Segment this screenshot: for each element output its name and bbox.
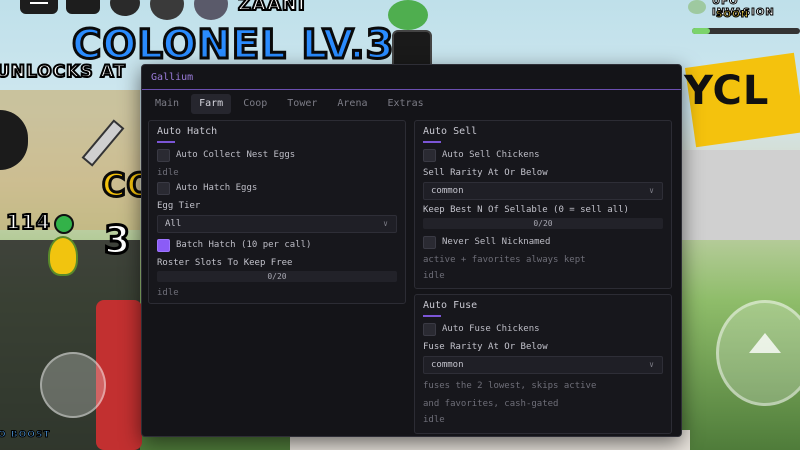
title-divider <box>142 89 681 90</box>
section-underline <box>423 141 441 143</box>
auto-fuse-note-line1: fuses the 2 lowest, skips active <box>423 381 597 391</box>
auto-sell-title: Auto Sell <box>423 126 478 137</box>
never-sell-nicknamed-label: Never Sell Nicknamed <box>442 237 551 247</box>
gallium-panel: Gallium Main Farm Coop Tower Arena Extra… <box>141 64 682 437</box>
boost-label: O BOOST <box>0 430 51 441</box>
chevron-down-icon: ∨ <box>649 186 654 195</box>
auto-hatch-card: Auto Hatch Auto Collect Nest Eggs idle A… <box>148 120 406 304</box>
auto-collect-label: Auto Collect Nest Eggs <box>176 150 296 160</box>
auto-hatch-label: Auto Hatch Eggs <box>176 183 258 193</box>
keep-slider-value: 0/20 <box>533 219 553 228</box>
tab-farm[interactable]: Farm <box>191 94 232 114</box>
auto-collect-toggle[interactable]: Auto Collect Nest Eggs <box>157 148 397 164</box>
event-status: SOON <box>715 10 750 21</box>
auto-sell-toggle[interactable]: Auto Sell Chickens <box>423 148 663 164</box>
auto-sell-card: Auto Sell Auto Sell Chickens Sell Rarity… <box>414 120 672 289</box>
tab-extras[interactable]: Extras <box>380 94 432 114</box>
crown-icon[interactable] <box>110 0 140 16</box>
egg-tier-label: Egg Tier <box>157 201 201 211</box>
tab-arena[interactable]: Arena <box>329 94 375 114</box>
gift-icon[interactable] <box>150 0 184 20</box>
coin-count-text: 114 <box>5 209 51 235</box>
auto-fuse-checkbox[interactable] <box>423 323 436 336</box>
roster-slots-label: Roster Slots To Keep Free <box>157 258 293 268</box>
keep-best-label: Keep Best N Of Sellable (0 = sell all) <box>423 205 629 215</box>
fuse-rarity-label: Fuse Rarity At Or Below <box>423 342 548 352</box>
sell-rarity-label: Sell Rarity At Or Below <box>423 168 548 178</box>
joystick[interactable] <box>40 352 106 418</box>
auto-collect-checkbox[interactable] <box>157 149 170 162</box>
auto-sell-status: idle <box>423 271 445 281</box>
auto-fuse-note-line2: and favorites, cash-gated <box>423 399 559 409</box>
corn-icon <box>48 236 78 276</box>
auto-fuse-toggle[interactable]: Auto Fuse Chickens <box>423 322 663 338</box>
chat-icon[interactable] <box>66 0 100 14</box>
section-underline <box>157 141 175 143</box>
auto-hatch-title: Auto Hatch <box>157 126 218 137</box>
keep-best-slider[interactable]: 0/20 <box>423 218 663 229</box>
batch-hatch-checkbox[interactable] <box>157 239 170 252</box>
arrow-up-icon <box>749 333 781 353</box>
menu-button[interactable] <box>20 0 58 14</box>
ufo-icon <box>688 0 706 14</box>
batch-hatch-label: Batch Hatch (10 per call) <box>176 240 312 250</box>
chevron-down-icon: ∨ <box>383 219 388 228</box>
auto-fuse-card: Auto Fuse Auto Fuse Chickens Fuse Rarity… <box>414 294 672 434</box>
sell-rarity-value: common <box>431 186 464 196</box>
auto-hatch-toggle[interactable]: Auto Hatch Eggs <box>157 181 397 197</box>
unlocks-at-text: UNLOCKS AT <box>0 61 126 83</box>
roster-slider-value: 0/20 <box>267 272 287 281</box>
auto-fuse-title: Auto Fuse <box>423 300 478 311</box>
auto-collect-status: idle <box>157 168 179 178</box>
auto-hatch-status: idle <box>157 288 179 298</box>
egg-tier-dropdown[interactable]: All ∨ <box>157 215 397 233</box>
banner-text: YCL <box>684 68 770 114</box>
auto-fuse-label: Auto Fuse Chickens <box>442 324 540 334</box>
auto-hatch-checkbox[interactable] <box>157 182 170 195</box>
panel-title: Gallium <box>151 72 194 83</box>
section-underline <box>423 315 441 317</box>
egg-tier-value: All <box>165 219 182 229</box>
event-progress-bar <box>692 28 800 34</box>
chevron-down-icon: ∨ <box>649 360 654 369</box>
settings-gear-icon[interactable] <box>194 0 228 20</box>
tab-tower[interactable]: Tower <box>279 94 325 114</box>
auto-fuse-status: idle <box>423 415 445 425</box>
fuse-rarity-dropdown[interactable]: common ∨ <box>423 356 663 374</box>
auto-sell-note: active + favorites always kept <box>423 255 586 265</box>
avatar-icon <box>388 0 428 30</box>
auto-sell-label: Auto Sell Chickens <box>442 150 540 160</box>
never-sell-nicknamed-toggle[interactable]: Never Sell Nicknamed <box>423 235 663 251</box>
fuse-rarity-value: common <box>431 360 464 370</box>
auto-sell-checkbox[interactable] <box>423 149 436 162</box>
add-coins-icon[interactable] <box>54 214 74 234</box>
never-sell-nicknamed-checkbox[interactable] <box>423 236 436 249</box>
tab-bar: Main Farm Coop Tower Arena Extras <box>147 94 432 114</box>
jump-button[interactable] <box>716 300 800 406</box>
tab-main[interactable]: Main <box>147 94 187 114</box>
sell-rarity-dropdown[interactable]: common ∨ <box>423 182 663 200</box>
roster-slots-slider[interactable]: 0/20 <box>157 271 397 282</box>
tab-coop[interactable]: Coop <box>235 94 275 114</box>
batch-hatch-toggle[interactable]: Batch Hatch (10 per call) <box>157 238 397 254</box>
big-number-text: 3 <box>102 217 132 264</box>
player-name-text: ZAANI <box>237 0 306 16</box>
